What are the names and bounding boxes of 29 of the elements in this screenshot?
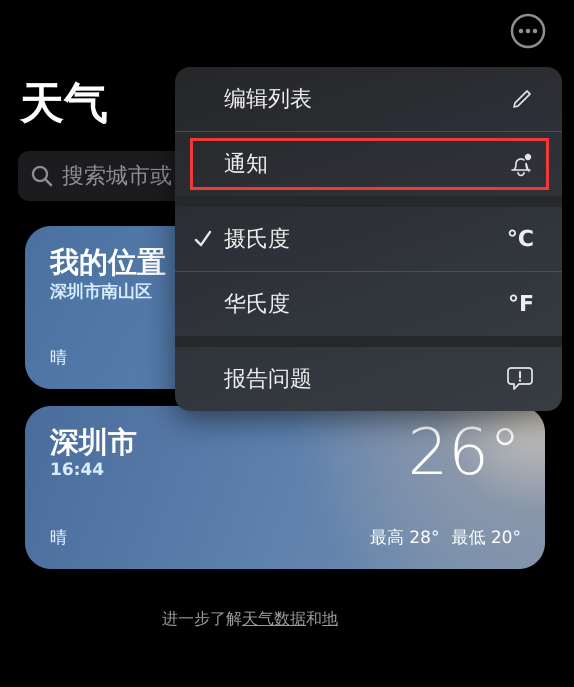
menu-item-label: 华氏度 (224, 291, 291, 319)
menu-item-label: 编辑列表 (224, 86, 313, 114)
footer-text: 进一步了解 (162, 609, 242, 628)
menu-item[interactable]: 摄氏度 °C (175, 207, 562, 271)
unit-symbol: °F (508, 292, 534, 316)
menu-item[interactable]: 通知 (175, 132, 562, 196)
menu-item-label: 通知 (224, 151, 269, 179)
city-name: 深圳市 (50, 424, 137, 460)
menu-item-label: 报告问题 (224, 366, 313, 394)
menu-item[interactable]: 华氏度 °F (175, 272, 562, 336)
more-icon (510, 13, 546, 49)
more-button[interactable] (510, 13, 546, 49)
location-card[interactable]: 深圳市 16:44 晴 26° 最高 28° 最低 20° (25, 406, 545, 569)
location-subtitle: 16:44 (50, 460, 106, 480)
alert-bubble-icon (506, 366, 534, 392)
page-title: 天气 (20, 77, 108, 131)
menu-item[interactable]: 编辑列表 (175, 67, 562, 131)
map-data-link[interactable]: 地 (322, 609, 338, 628)
weather-condition: 晴 (50, 527, 68, 549)
city-name: 我的位置 (50, 244, 166, 280)
weather-data-link[interactable]: 天气数据 (242, 609, 306, 628)
weather-condition: 晴 (50, 347, 68, 369)
low-temperature: 最低 20° (451, 527, 521, 549)
location-subtitle: 深圳市南山区 (50, 281, 153, 303)
high-temperature: 最高 28° (370, 527, 440, 549)
footer-text: 和 (306, 609, 322, 628)
unit-symbol: °C (506, 226, 534, 252)
menu-item-label: 摄氏度 (224, 226, 291, 254)
temperature: 26° (408, 420, 521, 486)
